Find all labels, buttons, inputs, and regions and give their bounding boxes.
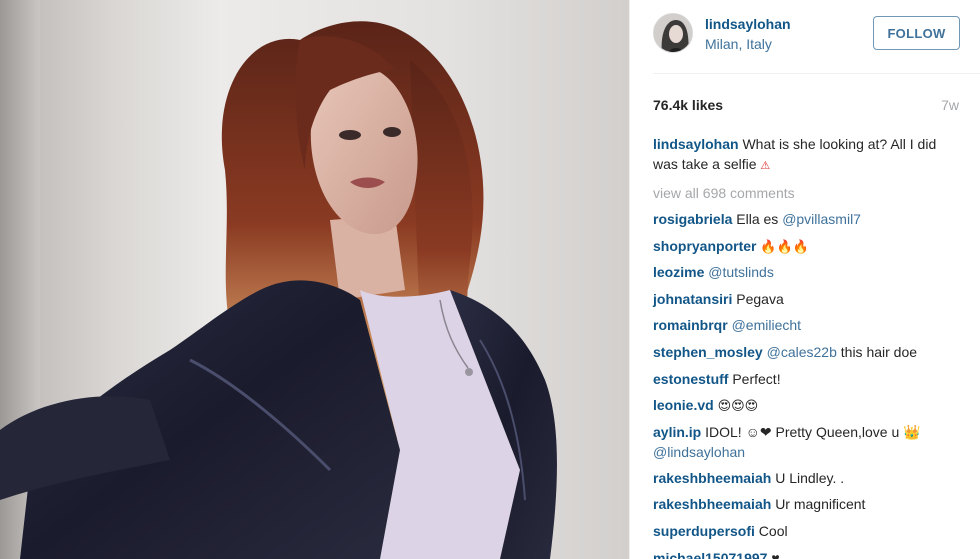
caption-username[interactable]: lindsaylohan [653,136,739,152]
comment-mention[interactable]: @emiliecht [732,317,801,333]
comment-mention[interactable]: @tutslinds [708,264,774,280]
eye-right [383,127,401,137]
comment-mention[interactable]: @pvillasmil7 [782,211,861,227]
comment-username[interactable]: stephen_mosley [653,344,763,360]
like-count[interactable]: 76.4k likes [653,97,723,113]
comment-mention[interactable]: @cales22b [767,344,837,360]
post-side-panel: lindsaylohan Milan, Italy FOLLOW 76.4k l… [629,0,980,559]
follow-button[interactable]: FOLLOW [873,16,960,50]
warning-emoji-icon: ⚠ [760,160,771,172]
selfie-photo-illustration [0,0,557,559]
comment-text: Cool [758,522,788,539]
comment-list: lindsaylohan What is she looking at? All… [653,134,963,559]
comment-item: rosigabriela Ella es @pvillasmil7 [653,209,963,236]
comment-item: leonie.vd 😍😍😍 [653,395,963,422]
comment-username[interactable]: aylin.ip [653,424,701,440]
header-divider [653,73,980,74]
comment-username[interactable]: leozime [653,264,704,280]
comment-text: Pegava [736,290,784,307]
post-location[interactable]: Milan, Italy [705,36,772,52]
comment-username[interactable]: romainbrqr [653,317,728,333]
post-username[interactable]: lindsaylohan [705,16,791,32]
comment-username[interactable]: superdupersofi [653,523,755,539]
eye-left [339,130,361,140]
post-age[interactable]: 7w [941,97,959,113]
post-header: lindsaylohan Milan, Italy FOLLOW [630,0,980,70]
comment-text: Ur magnificent [775,496,866,513]
comment-item: superdupersofi Cool [653,521,963,548]
comment-item: shopryanporter 🔥🔥🔥 [653,236,963,263]
comment-text: Ella es [736,211,779,227]
comment-item: estonestuff Perfect! [653,369,963,396]
comment-text: this hair doe [840,343,918,360]
heart-icon: ♥ [771,549,780,559]
post-caption: lindsaylohan What is she looking at? All… [653,134,963,176]
comment-item: rakeshbheemaiah Ur magnificent [653,494,963,521]
avatar[interactable] [653,13,693,53]
comment-username[interactable]: shopryanporter [653,238,756,254]
comment-username[interactable]: leonie.vd [653,397,714,413]
comment-text: U Lindley. . [775,469,845,486]
comment-item: romainbrqr @emiliecht [653,315,963,342]
comment-item: stephen_mosley @cales22b this hair doe [653,342,963,369]
necklace-pendant [465,368,473,376]
avatar-image [654,14,692,52]
comment-text: Perfect! [732,370,781,387]
view-all-comments-link[interactable]: view all 698 comments [653,183,963,203]
comment-username[interactable]: michael15071997 [653,550,767,559]
heart-eyes-emoji-icon: 😍😍😍 [717,398,759,414]
comment-username[interactable]: johnatansiri [653,291,732,307]
comment-mention[interactable]: @lindsaylohan [653,444,745,460]
fire-emoji-icon: 🔥🔥🔥 [760,238,809,254]
comment-username[interactable]: estonestuff [653,371,728,387]
comment-item: leozime @tutslinds [653,262,963,289]
comment-item: rakeshbheemaiah U Lindley. . [653,468,963,495]
comment-username[interactable]: rakeshbheemaiah [653,470,771,486]
post-photo[interactable] [0,0,629,559]
comment-username[interactable]: rakeshbheemaiah [653,496,771,512]
comment-item: aylin.ip IDOL! ☺❤ Pretty Queen,love u 👑 … [653,422,963,468]
comment-text: IDOL! ☺❤ Pretty Queen,love u 👑 [705,423,921,440]
comment-item: johnatansiri Pegava [653,289,963,316]
comment-username[interactable]: rosigabriela [653,211,732,227]
comment-item: michael15071997 ♥ [653,548,963,559]
